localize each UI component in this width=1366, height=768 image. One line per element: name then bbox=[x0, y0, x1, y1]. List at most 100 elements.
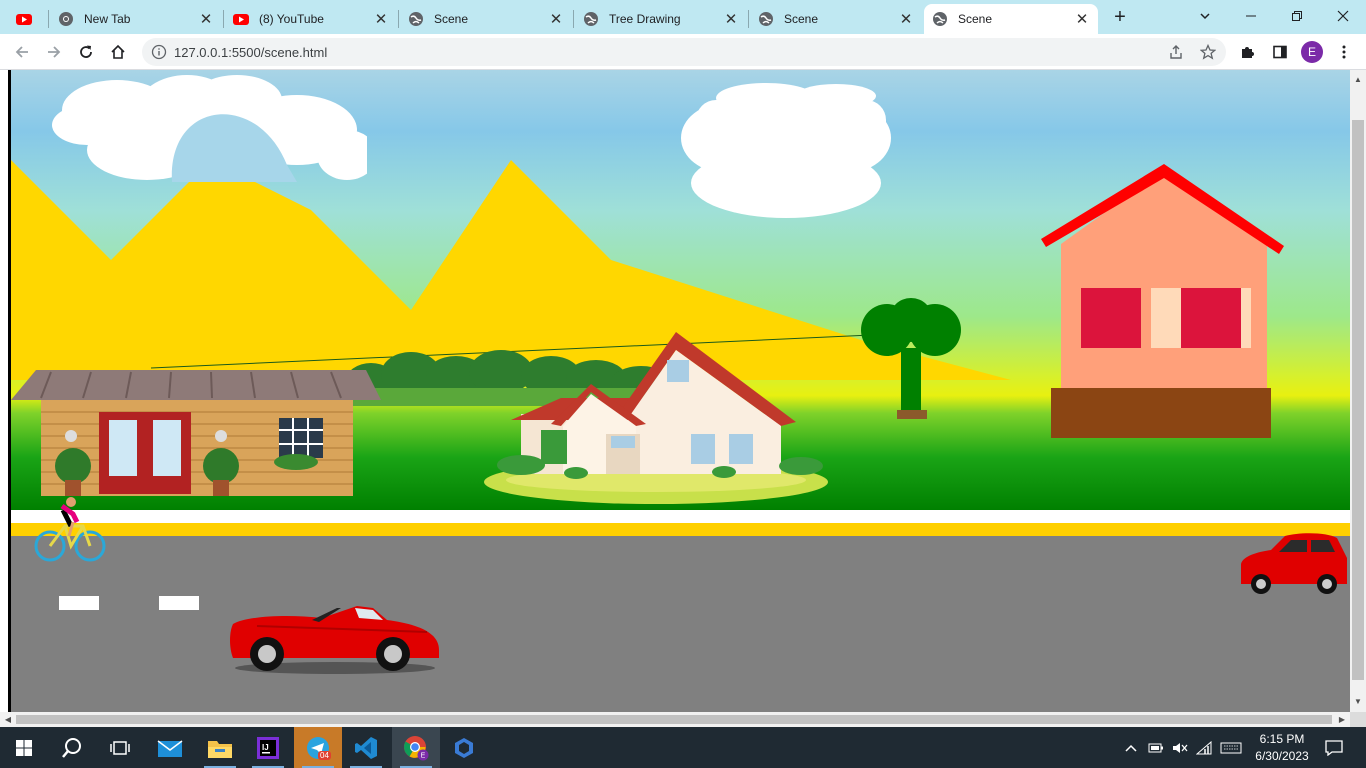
close-icon[interactable]: ✕ bbox=[898, 10, 914, 28]
reload-icon bbox=[80, 45, 92, 58]
search-icon bbox=[62, 737, 81, 758]
taskbar: IJ 04 E 6:15 PM 6/30/2023 bbox=[0, 727, 1366, 768]
close-icon bbox=[1337, 10, 1349, 22]
mail-icon bbox=[157, 739, 183, 757]
tab-title: Scene bbox=[784, 12, 819, 26]
tab-search-button[interactable] bbox=[1182, 4, 1228, 28]
scroll-down-icon[interactable]: ▼ bbox=[1350, 694, 1366, 710]
home-icon bbox=[111, 44, 125, 59]
scroll-up-icon[interactable]: ▲ bbox=[1350, 72, 1366, 88]
notification-badge: 04 bbox=[318, 751, 331, 760]
tab-tree-drawing[interactable]: Tree Drawing ✕ bbox=[575, 4, 747, 34]
tab-scene-2[interactable]: Scene ✕ bbox=[750, 4, 922, 34]
start-button[interactable] bbox=[0, 727, 48, 768]
home-button[interactable] bbox=[106, 40, 130, 64]
mail-app[interactable] bbox=[146, 727, 194, 768]
extensions-button[interactable] bbox=[1236, 40, 1260, 64]
profile-avatar[interactable]: E bbox=[1301, 41, 1323, 63]
lane-marking bbox=[59, 596, 99, 610]
minimize-icon bbox=[1246, 15, 1256, 17]
tab-strip: New Tab ✕ (8) YouTube ✕ Scene ✕ Tree Dra… bbox=[0, 0, 1366, 34]
file-explorer-icon bbox=[208, 740, 232, 758]
notification-icon bbox=[1325, 739, 1343, 756]
arrow-right-icon bbox=[48, 46, 61, 58]
windows-start-icon bbox=[16, 739, 32, 756]
battery-icon[interactable] bbox=[1148, 741, 1164, 755]
svg-text:E: E bbox=[421, 752, 426, 759]
restore-icon bbox=[1292, 11, 1302, 21]
tab-title: New Tab bbox=[84, 12, 131, 26]
url-text[interactable]: 127.0.0.1:5500/scene.html bbox=[174, 45, 327, 60]
chevron-down-icon bbox=[1200, 13, 1210, 20]
globe-icon bbox=[584, 12, 598, 26]
telegram-app[interactable]: 04 bbox=[294, 727, 342, 768]
volume-muted-icon[interactable] bbox=[1172, 741, 1188, 755]
cyclist bbox=[34, 497, 106, 562]
red-hatchback bbox=[1241, 533, 1347, 594]
tab-scene-active[interactable]: Scene ✕ bbox=[924, 4, 1098, 34]
intellij-app[interactable]: IJ bbox=[244, 727, 292, 768]
file-explorer-app[interactable] bbox=[196, 727, 244, 768]
youtube-icon bbox=[233, 14, 249, 25]
tab-title: Tree Drawing bbox=[609, 12, 681, 26]
address-bar[interactable]: 127.0.0.1:5500/scene.html bbox=[142, 38, 1226, 66]
tab-scene-1[interactable]: Scene ✕ bbox=[400, 4, 572, 34]
tree bbox=[861, 298, 961, 419]
close-icon[interactable]: ✕ bbox=[548, 10, 564, 28]
vertical-scrollbar[interactable]: ▲ ▼ bbox=[1350, 70, 1366, 712]
forward-button[interactable] bbox=[42, 40, 66, 64]
scrollbar-thumb[interactable] bbox=[16, 715, 1332, 724]
task-view-button[interactable] bbox=[96, 727, 144, 768]
tab-title: Scene bbox=[958, 12, 993, 26]
browser-toolbar: 127.0.0.1:5500/scene.html E bbox=[0, 34, 1366, 70]
cloud-right bbox=[681, 83, 891, 218]
road-edge-line bbox=[11, 523, 1350, 536]
side-panel-icon bbox=[1273, 45, 1287, 59]
tab-new-tab[interactable]: New Tab ✕ bbox=[50, 4, 222, 34]
pink-house bbox=[1041, 164, 1284, 438]
vscode-app[interactable] bbox=[342, 727, 390, 768]
close-window-button[interactable] bbox=[1320, 4, 1366, 28]
youtube-icon bbox=[16, 14, 32, 25]
close-icon[interactable]: ✕ bbox=[198, 10, 214, 28]
arrow-left-icon bbox=[15, 46, 28, 58]
chevron-up-icon[interactable] bbox=[1124, 741, 1138, 755]
lane-marking bbox=[159, 596, 199, 610]
back-button[interactable] bbox=[10, 40, 34, 64]
reload-button[interactable] bbox=[74, 40, 98, 64]
chrome-app[interactable]: E bbox=[392, 727, 440, 768]
close-icon[interactable]: ✕ bbox=[373, 10, 389, 28]
system-tray bbox=[1124, 727, 1242, 768]
clock-time: 6:15 PM bbox=[1259, 732, 1305, 746]
system-clock[interactable]: 6:15 PM 6/30/2023 bbox=[1244, 731, 1320, 765]
scrollbar-thumb[interactable] bbox=[1352, 120, 1364, 680]
share-icon[interactable] bbox=[1168, 44, 1184, 60]
copilot-app[interactable] bbox=[440, 727, 488, 768]
close-icon[interactable]: ✕ bbox=[723, 10, 739, 28]
vscode-icon bbox=[355, 736, 377, 759]
keyboard-icon[interactable] bbox=[1220, 741, 1242, 755]
menu-button[interactable] bbox=[1332, 40, 1356, 64]
wifi-icon[interactable] bbox=[1196, 740, 1212, 755]
scene-canvas bbox=[8, 70, 1350, 712]
horizontal-scrollbar[interactable]: ◀ ▶ bbox=[0, 712, 1350, 727]
scroll-right-icon[interactable]: ▶ bbox=[1334, 712, 1350, 727]
new-tab-button[interactable]: + bbox=[1108, 6, 1132, 30]
action-center-button[interactable] bbox=[1322, 727, 1346, 768]
side-panel-button[interactable] bbox=[1268, 40, 1292, 64]
globe-icon bbox=[933, 12, 947, 26]
tab-youtube[interactable]: (8) YouTube ✕ bbox=[225, 4, 397, 34]
minimize-button[interactable] bbox=[1228, 4, 1274, 28]
tab-pinned-youtube[interactable] bbox=[8, 4, 48, 34]
cloud-left bbox=[52, 75, 367, 182]
scroll-left-icon[interactable]: ◀ bbox=[0, 712, 16, 727]
task-view-icon bbox=[110, 740, 130, 755]
page-viewport bbox=[0, 70, 1350, 712]
bookmark-star-icon[interactable] bbox=[1200, 44, 1216, 60]
search-button[interactable] bbox=[48, 727, 96, 768]
restore-button[interactable] bbox=[1274, 4, 1320, 28]
intellij-icon: IJ bbox=[257, 736, 279, 759]
kebab-menu-icon bbox=[1342, 45, 1346, 59]
close-icon[interactable]: ✕ bbox=[1074, 10, 1090, 28]
info-icon[interactable] bbox=[151, 44, 167, 60]
